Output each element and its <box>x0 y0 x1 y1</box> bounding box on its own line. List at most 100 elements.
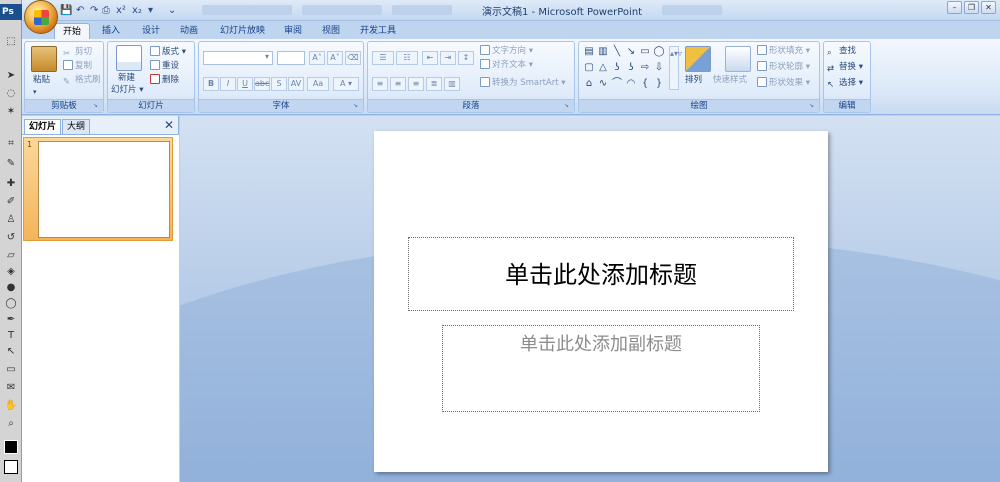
quick-styles-icon[interactable] <box>725 46 751 72</box>
new-slide-icon[interactable] <box>116 45 142 71</box>
paragraph-launcher-icon[interactable]: ↘ <box>564 102 572 110</box>
align-right-icon[interactable]: ≡ <box>408 77 424 91</box>
arrange-button[interactable]: 排列 <box>685 74 702 86</box>
panel-close-icon[interactable]: ✕ <box>163 119 175 131</box>
curve-shape-icon[interactable]: ∿ <box>597 78 609 90</box>
undo-icon[interactable]: ↶ <box>76 3 84 18</box>
title-placeholder[interactable]: 单击此处添加标题 <box>408 237 794 311</box>
save-icon[interactable]: 💾 <box>60 3 72 18</box>
brush-tool-icon[interactable]: ✐ <box>4 196 18 208</box>
change-case-icon[interactable]: Aa <box>307 77 329 91</box>
crop-tool-icon[interactable]: ⌗ <box>4 138 18 150</box>
path-select-icon[interactable]: ↖ <box>4 346 18 358</box>
replace-button[interactable]: ⇄ 替换 ▾ <box>827 61 863 74</box>
bold-icon[interactable]: B <box>203 77 219 91</box>
select-button[interactable]: ↖ 选择 ▾ <box>827 77 863 90</box>
tab-view[interactable]: 视图 <box>314 23 348 39</box>
find-button[interactable]: ⌕ 查找 <box>827 45 856 58</box>
slide-thumbnail[interactable] <box>38 141 170 238</box>
shapes-scroll-icon[interactable]: ▴▾▿ <box>669 46 682 90</box>
pen-tool-icon[interactable]: ✒ <box>4 314 18 326</box>
shape-outline-button[interactable]: 形状轮廓 ▾ <box>757 61 810 73</box>
justify-icon[interactable]: ≣ <box>426 77 442 91</box>
eyedropper-icon[interactable]: ✎ <box>4 158 18 170</box>
background-color-swatch[interactable] <box>4 460 18 474</box>
new-slide-dropdown[interactable]: 幻灯片 ▾ <box>111 84 143 96</box>
quick-print-icon[interactable]: ⎙ <box>102 3 110 18</box>
shape-tool-icon[interactable]: ▭ <box>4 364 18 376</box>
notes-tool-icon[interactable]: ✉ <box>4 382 18 394</box>
drawing-launcher-icon[interactable]: ↘ <box>809 102 817 110</box>
char-spacing-icon[interactable]: AV <box>288 77 304 91</box>
close-icon[interactable]: ✕ <box>981 1 996 14</box>
elbow-connector-shape-icon[interactable]: ʖ <box>611 62 623 74</box>
tab-animations[interactable]: 动画 <box>172 23 206 39</box>
font-color-icon[interactable]: A ▾ <box>333 77 359 91</box>
shadow-icon[interactable]: S <box>271 77 287 91</box>
office-button[interactable] <box>24 0 58 34</box>
tab-outline-panel[interactable]: 大纲 <box>62 119 91 134</box>
paint-bucket-icon[interactable]: ◈ <box>4 266 18 278</box>
stamp-tool-icon[interactable]: ♙ <box>4 214 18 226</box>
text-direction-button[interactable]: 文字方向 ▾ <box>480 45 533 57</box>
move-tool-icon[interactable]: ➤ <box>4 70 18 82</box>
clear-formatting-icon[interactable]: ⌫ <box>345 51 361 65</box>
quick-styles-button[interactable]: 快速样式 <box>713 74 747 86</box>
dodge-tool-icon[interactable]: ◯ <box>4 298 18 310</box>
grow-font-icon[interactable]: A˄ <box>309 51 325 65</box>
tab-insert[interactable]: 插入 <box>94 23 128 39</box>
paste-dropdown-icon[interactable]: ▾ <box>33 86 37 98</box>
magic-wand-icon[interactable]: ✶ <box>4 106 18 118</box>
marquee-tool-icon[interactable]: ⬚ <box>4 36 18 48</box>
restore-icon[interactable]: ❐ <box>964 1 979 14</box>
format-painter-button[interactable]: ✎ 格式刷 <box>63 74 101 87</box>
rectangle-shape-icon[interactable]: ▭ <box>639 46 651 58</box>
rounded-rect-shape-icon[interactable]: ▢ <box>583 62 595 74</box>
curved-connector-shape-icon[interactable]: ⌒ <box>611 78 623 90</box>
freeform-shape-icon[interactable]: ⌂ <box>583 78 595 90</box>
healing-brush-icon[interactable]: ✚ <box>4 178 18 190</box>
shape-fill-button[interactable]: 形状填充 ▾ <box>757 45 810 57</box>
subscript-icon[interactable]: x₂ <box>132 3 142 18</box>
numbering-icon[interactable]: ☷ <box>396 51 418 65</box>
eraser-tool-icon[interactable]: ▱ <box>4 250 18 262</box>
font-size-box[interactable] <box>277 51 305 65</box>
subtitle-placeholder[interactable]: 单击此处添加副标题 <box>442 325 760 412</box>
blur-tool-icon[interactable]: ● <box>4 282 18 294</box>
slide-canvas[interactable]: 单击此处添加标题 单击此处添加副标题 <box>374 131 828 472</box>
line-shape-icon[interactable]: ╲ <box>611 46 623 58</box>
type-tool-icon[interactable]: T <box>4 330 18 342</box>
elbow-arrow-shape-icon[interactable]: ʖ <box>625 62 637 74</box>
bullets-icon[interactable]: ☰ <box>372 51 394 65</box>
redo-icon[interactable]: ↷ <box>90 3 98 18</box>
tab-design[interactable]: 设计 <box>134 23 168 39</box>
lasso-tool-icon[interactable]: ◌ <box>4 88 18 100</box>
decrease-indent-icon[interactable]: ⇤ <box>422 51 438 65</box>
hand-tool-icon[interactable]: ✋ <box>4 400 18 412</box>
slide-thumbnail-item[interactable]: 1 <box>23 137 173 241</box>
zoom-tool-icon[interactable]: ⌕ <box>4 418 18 430</box>
vertical-textbox-shape-icon[interactable]: ▥ <box>597 46 609 58</box>
convert-smartart-button[interactable]: 转换为 SmartArt ▾ <box>480 77 566 89</box>
down-arrow-shape-icon[interactable]: ⇩ <box>653 62 665 74</box>
italic-icon[interactable]: I <box>220 77 236 91</box>
font-launcher-icon[interactable]: ↘ <box>353 102 361 110</box>
history-brush-icon[interactable]: ↺ <box>4 232 18 244</box>
arc-shape-icon[interactable]: ◠ <box>625 78 637 90</box>
strikethrough-icon[interactable]: abc <box>254 77 270 91</box>
tab-home[interactable]: 开始 <box>54 23 91 39</box>
right-brace-shape-icon[interactable]: } <box>653 78 665 90</box>
qat-customize-icon[interactable]: ▾ <box>148 3 153 18</box>
line-spacing-icon[interactable]: ↕ <box>458 51 474 65</box>
align-text-button[interactable]: 对齐文本 ▾ <box>480 59 533 71</box>
paste-icon[interactable] <box>31 46 57 72</box>
align-center-icon[interactable]: ≡ <box>390 77 406 91</box>
tab-slideshow[interactable]: 幻灯片放映 <box>212 23 273 39</box>
superscript-icon[interactable]: x² <box>116 3 126 18</box>
underline-icon[interactable]: U <box>237 77 253 91</box>
new-slide-button[interactable]: 新建 <box>118 72 135 84</box>
paste-button[interactable]: 粘贴 <box>33 74 50 86</box>
font-name-dropdown-icon[interactable]: ▾ <box>261 51 273 65</box>
arrow-line-shape-icon[interactable]: ↘ <box>625 46 637 58</box>
tab-slides-panel[interactable]: 幻灯片 <box>24 119 62 134</box>
